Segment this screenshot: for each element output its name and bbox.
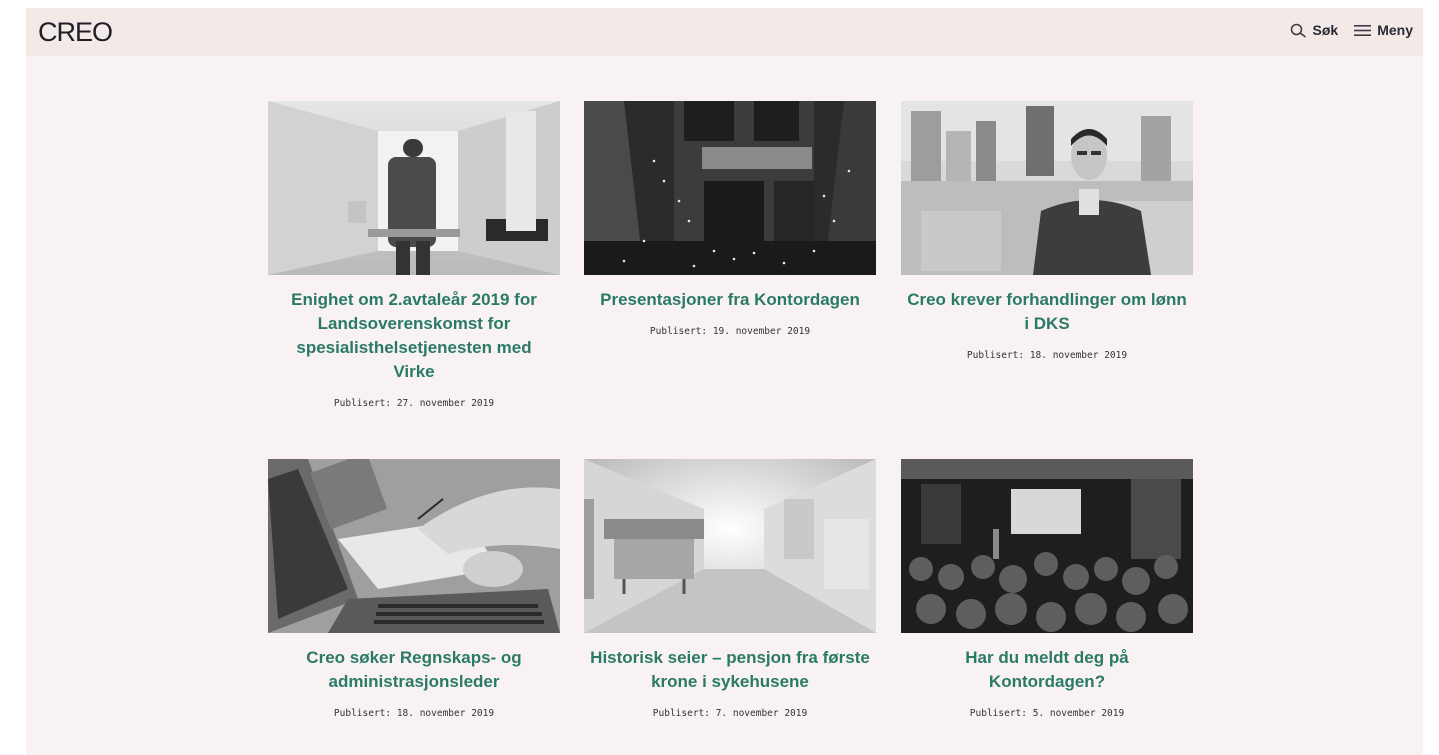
search-label: Søk	[1312, 22, 1339, 38]
hamburger-icon	[1354, 24, 1372, 36]
article-title[interactable]: Presentasjoner fra Kontordagen	[590, 288, 870, 312]
article-date: Publisert: 27. november 2019	[333, 398, 495, 409]
article-date: Publisert: 18. november 2019	[333, 708, 495, 719]
search-button[interactable]: Søk	[1290, 22, 1339, 38]
article-title[interactable]: Creo søker Regnskaps- og administrasjons…	[274, 646, 554, 694]
article-card[interactable]: Presentasjoner fra Kontordagen Publisert…	[584, 101, 876, 337]
hospital-hallway-bed-photo[interactable]	[584, 459, 876, 633]
conference-audience-photo[interactable]	[901, 459, 1193, 633]
laptop-desk-paperwork-photo[interactable]	[268, 459, 560, 633]
article-date: Publisert: 7. november 2019	[652, 708, 808, 719]
article-title[interactable]: Enighet om 2.avtaleår 2019 for Landsover…	[274, 288, 554, 384]
article-title[interactable]: Har du meldt deg på Kontordagen?	[907, 646, 1187, 694]
page-frame: CREO Søk Meny Enighet om 2.avtaleår 2019…	[26, 8, 1423, 755]
header-nav: Søk Meny	[1290, 22, 1413, 38]
article-title[interactable]: Historisk seier – pensjon fra første kro…	[590, 646, 870, 694]
menu-label: Meny	[1377, 22, 1413, 38]
article-card[interactable]: Creo krever forhandlinger om lønn i DKS …	[901, 101, 1193, 361]
search-icon	[1290, 23, 1306, 38]
menu-button[interactable]: Meny	[1354, 22, 1413, 38]
article-card[interactable]: Har du meldt deg på Kontordagen? Publise…	[901, 459, 1193, 719]
article-card[interactable]: Enighet om 2.avtaleår 2019 for Landsover…	[268, 101, 560, 409]
article-date: Publisert: 5. november 2019	[969, 708, 1125, 719]
article-card[interactable]: Historisk seier – pensjon fra første kro…	[584, 459, 876, 719]
article-card[interactable]: Creo søker Regnskaps- og administrasjons…	[268, 459, 560, 719]
hospital-corridor-nurse-photo[interactable]	[268, 101, 560, 275]
building-aerial-night-photo[interactable]	[584, 101, 876, 275]
article-date: Publisert: 18. november 2019	[966, 350, 1128, 361]
article-date: Publisert: 19. november 2019	[649, 326, 811, 337]
man-portrait-city-photo[interactable]	[901, 101, 1193, 275]
creo-logo[interactable]: CREO	[38, 17, 113, 48]
article-title[interactable]: Creo krever forhandlinger om lønn i DKS	[907, 288, 1187, 336]
site-header: CREO Søk Meny	[26, 8, 1423, 56]
